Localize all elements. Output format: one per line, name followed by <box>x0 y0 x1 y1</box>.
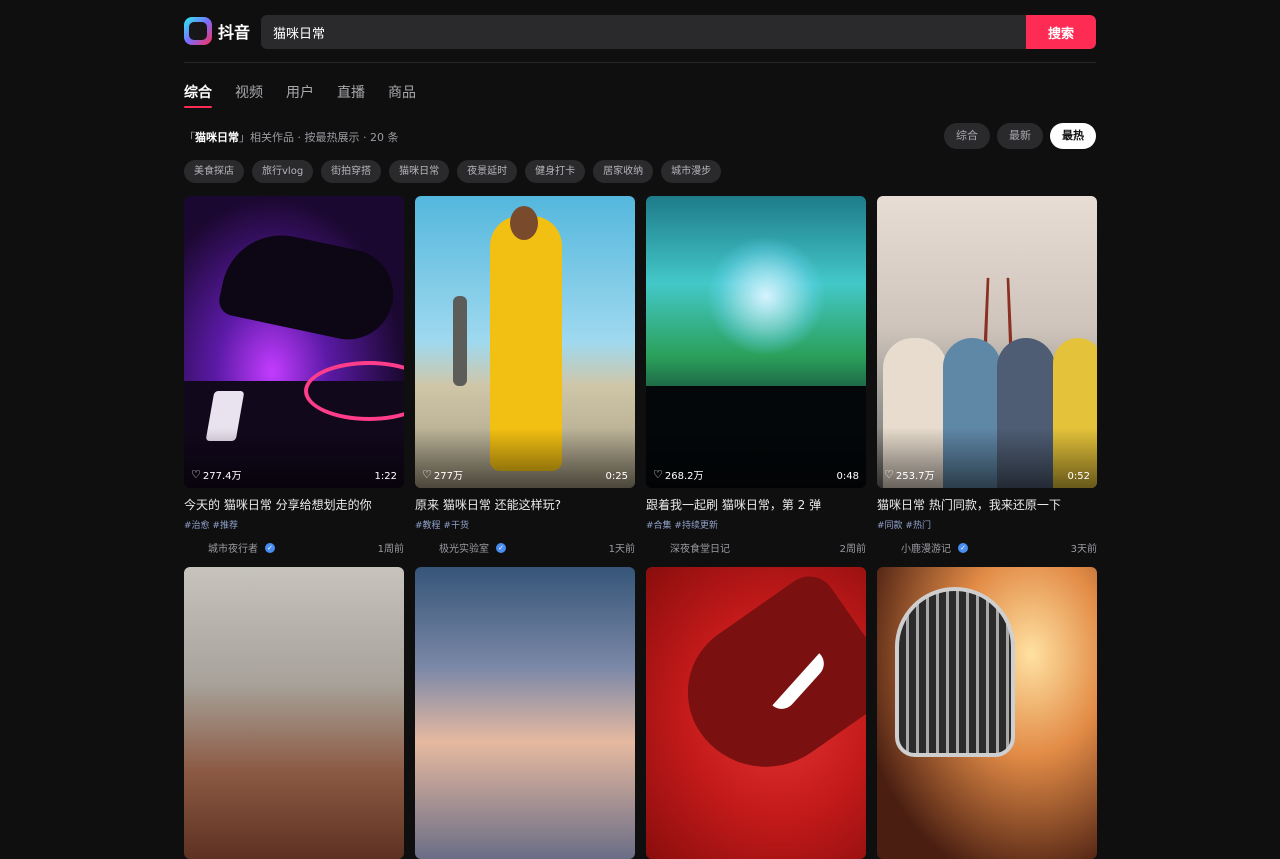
result-tabs: 综合 视频 用户 直播 商品 <box>184 82 439 108</box>
sort-comprehensive[interactable]: 综合 <box>944 123 990 149</box>
chip-cat[interactable]: 猫咪日常 <box>389 160 450 183</box>
author-name[interactable]: 小鹿漫游记 <box>901 540 951 555</box>
summary-keyword: 猫咪日常 <box>195 131 239 144</box>
video-thumbnail[interactable]: ♡ 277.4万 1:22 <box>184 196 404 488</box>
like-value: 277.4万 <box>202 471 242 482</box>
author[interactable]: 极光实验室 ✓ <box>439 540 506 555</box>
video-thumbnail[interactable] <box>646 567 866 859</box>
verified-icon: ✓ <box>496 542 506 553</box>
like-value: 253.7万 <box>895 471 935 482</box>
video-thumbnail[interactable] <box>184 567 404 859</box>
thumb-shape <box>510 206 538 240</box>
thumb-shape <box>216 224 402 348</box>
heart-icon: ♡ <box>422 468 432 481</box>
author[interactable]: 城市夜行者 ✓ <box>208 540 275 555</box>
summary-text: 」相关作品 · 按最热展示 · 20 条 <box>239 131 399 144</box>
video-card[interactable] <box>184 567 404 859</box>
video-meta: 城市夜行者 ✓ 1周前 <box>184 540 404 555</box>
video-thumbnail[interactable]: ♡ 253.7万 0:52 <box>877 196 1097 488</box>
video-meta: 极光实验室 ✓ 1天前 <box>415 540 635 555</box>
video-card[interactable] <box>415 567 635 859</box>
thumb-shape <box>660 567 866 798</box>
like-count: ♡ 253.7万 <box>884 467 935 482</box>
tab-video[interactable]: 视频 <box>235 82 263 108</box>
like-count: ♡ 277万 <box>422 467 463 482</box>
tab-live[interactable]: 直播 <box>337 82 365 108</box>
video-duration: 0:52 <box>1067 471 1090 482</box>
author[interactable]: 深夜食堂日记 <box>670 540 730 555</box>
thumb-shape <box>453 296 467 386</box>
video-duration: 1:22 <box>374 471 397 482</box>
summary-open-quote: 「 <box>184 131 195 144</box>
header-divider <box>184 62 1096 63</box>
author-name[interactable]: 极光实验室 <box>439 540 489 555</box>
thumb-shape <box>895 587 1015 757</box>
like-count: ♡ 268.2万 <box>653 467 704 482</box>
like-count: ♡ 277.4万 <box>191 467 242 482</box>
author-name[interactable]: 城市夜行者 <box>208 540 258 555</box>
video-card[interactable]: ♡ 253.7万 0:52 猫咪日常 热门同款，我来还原一下 #同款 #热门 小鹿… <box>877 196 1097 555</box>
chip-citywalk[interactable]: 城市漫步 <box>661 160 722 183</box>
author[interactable]: 小鹿漫游记 ✓ <box>901 540 968 555</box>
post-time: 1周前 <box>377 544 404 555</box>
result-summary: 「猫咪日常」相关作品 · 按最热展示 · 20 条 <box>184 129 398 145</box>
author-name[interactable]: 深夜食堂日记 <box>670 540 730 555</box>
sort-options: 综合 最新 最热 <box>937 123 1096 149</box>
tab-user[interactable]: 用户 <box>286 82 314 108</box>
video-thumbnail[interactable]: ♡ 268.2万 0:48 <box>646 196 866 488</box>
post-time: 1天前 <box>608 544 635 555</box>
search-bar: 搜索 <box>261 15 1096 49</box>
video-title[interactable]: 跟着我一起刷 猫咪日常，第 2 弹 <box>646 496 866 513</box>
video-card[interactable] <box>877 567 1097 859</box>
video-card[interactable]: ♡ 268.2万 0:48 跟着我一起刷 猫咪日常，第 2 弹 #合集 #持续更新… <box>646 196 866 555</box>
thumb-shape <box>706 236 826 356</box>
video-tags[interactable]: #合集 #持续更新 <box>646 518 866 531</box>
video-meta: 小鹿漫游记 ✓ 3天前 <box>877 540 1097 555</box>
video-thumbnail[interactable]: ♡ 277万 0:25 <box>415 196 635 488</box>
chip-food[interactable]: 美食探店 <box>184 160 244 183</box>
sort-hottest[interactable]: 最热 <box>1050 123 1096 149</box>
video-tags[interactable]: #同款 #热门 <box>877 518 1097 531</box>
video-card[interactable]: ♡ 277万 0:25 原来 猫咪日常 还能这样玩? #教程 #干货 极光实验室 ✓… <box>415 196 635 555</box>
chip-timelapse[interactable]: 夜景延时 <box>457 160 518 183</box>
heart-icon: ♡ <box>191 468 201 481</box>
heart-icon: ♡ <box>653 468 663 481</box>
chip-storage[interactable]: 居家收纳 <box>593 160 654 183</box>
post-time: 3天前 <box>1070 544 1097 555</box>
verified-icon: ✓ <box>265 542 275 553</box>
post-time: 2周前 <box>839 544 866 555</box>
video-thumbnail[interactable] <box>415 567 635 859</box>
tab-all[interactable]: 综合 <box>184 82 212 108</box>
video-title[interactable]: 猫咪日常 热门同款，我来还原一下 <box>877 496 1097 513</box>
video-card[interactable]: ♡ 277.4万 1:22 今天的 猫咪日常 分享给想划走的你 #治愈 #推荐 城… <box>184 196 404 555</box>
verified-icon: ✓ <box>958 542 968 553</box>
sort-newest[interactable]: 最新 <box>997 123 1043 149</box>
topic-chips: 美食探店 旅行vlog 街拍穿搭 猫咪日常 夜景延时 健身打卡 居家收纳 城市漫… <box>184 160 729 183</box>
logo[interactable]: 抖音 <box>184 17 250 45</box>
logo-text: 抖音 <box>218 23 251 42</box>
search-button[interactable]: 搜索 <box>1026 15 1096 49</box>
chip-fitness[interactable]: 健身打卡 <box>525 160 586 183</box>
douyin-logo-icon <box>184 17 212 45</box>
video-duration: 0:25 <box>605 471 628 482</box>
video-meta: 深夜食堂日记 2周前 <box>646 540 866 555</box>
video-card[interactable] <box>646 567 866 859</box>
like-value: 277万 <box>433 471 463 482</box>
video-title[interactable]: 原来 猫咪日常 还能这样玩? <box>415 496 635 513</box>
video-duration: 0:48 <box>836 471 859 482</box>
tab-goods[interactable]: 商品 <box>388 82 416 108</box>
video-thumbnail[interactable] <box>877 567 1097 859</box>
chip-travel[interactable]: 旅行vlog <box>252 160 314 183</box>
video-tags[interactable]: #教程 #干货 <box>415 518 635 531</box>
video-title[interactable]: 今天的 猫咪日常 分享给想划走的你 <box>184 496 404 513</box>
search-input[interactable] <box>261 15 1025 49</box>
chip-streetstyle[interactable]: 街拍穿搭 <box>321 160 382 183</box>
heart-icon: ♡ <box>884 468 894 481</box>
like-value: 268.2万 <box>664 471 704 482</box>
header: 抖音 搜索 <box>184 15 1096 49</box>
video-tags[interactable]: #治愈 #推荐 <box>184 518 404 531</box>
